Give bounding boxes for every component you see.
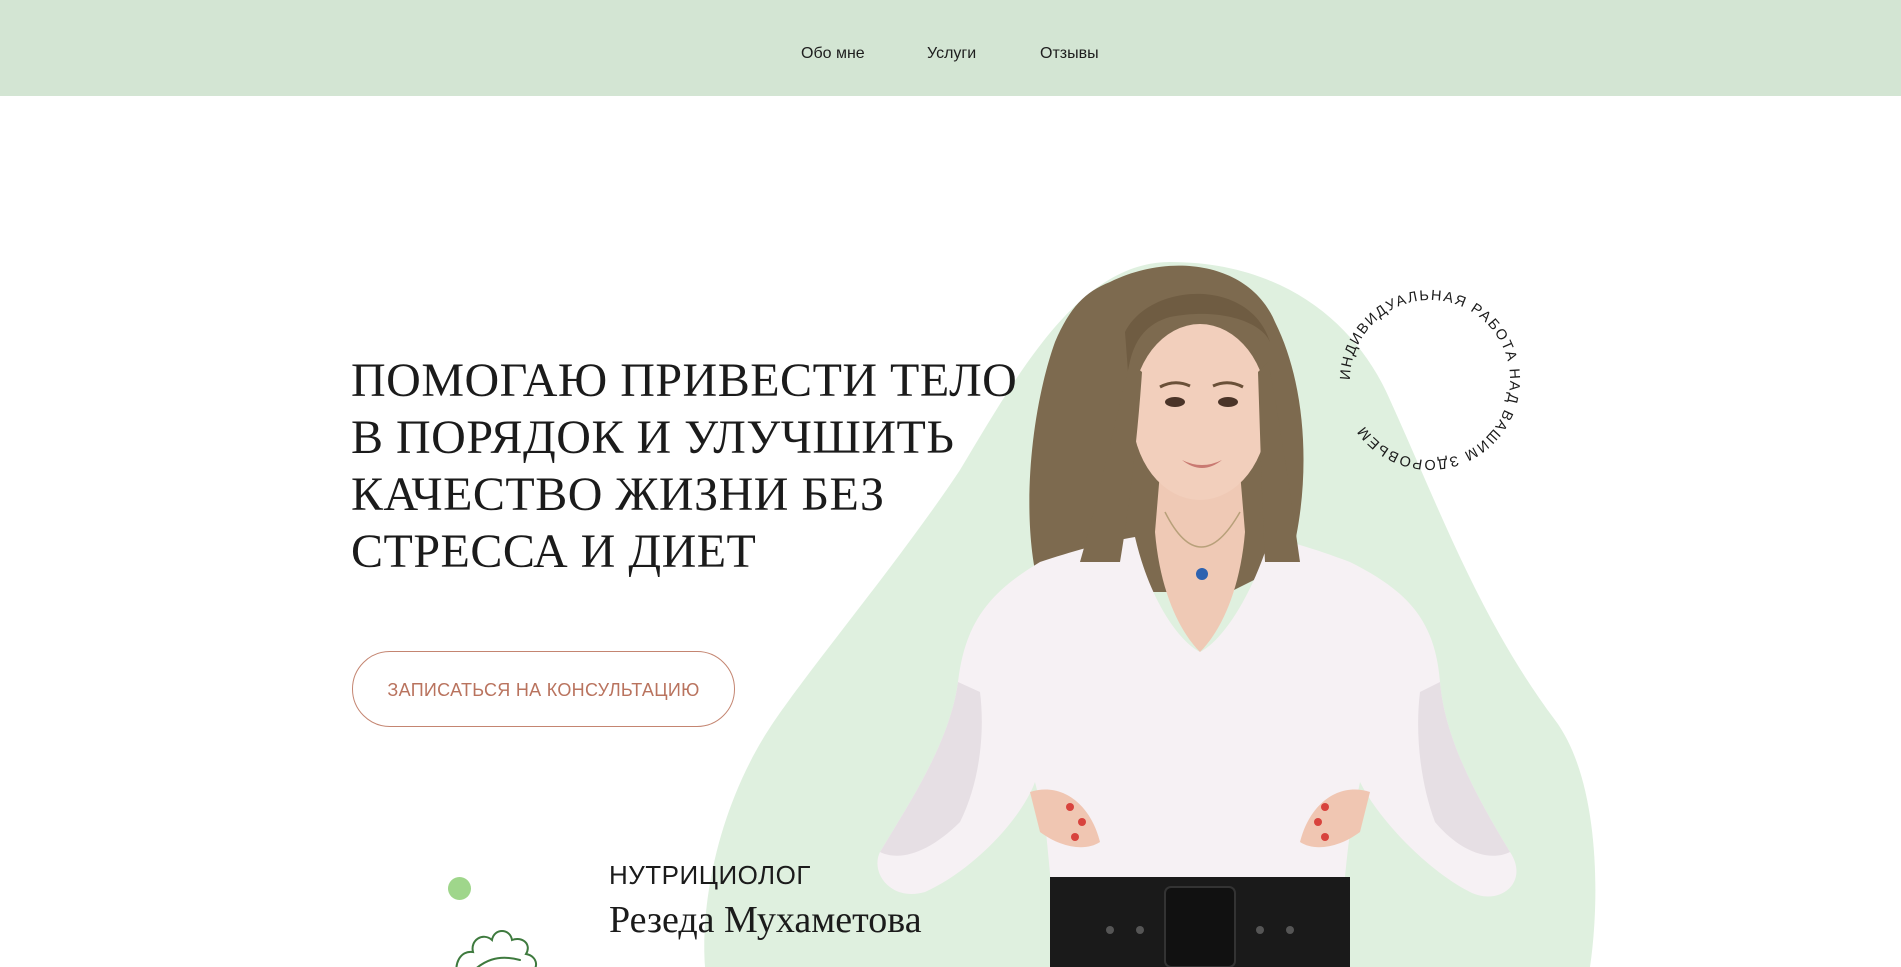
nav-link-reviews[interactable]: Отзывы xyxy=(1040,45,1099,63)
circular-text-badge: ИНДИВИДУАЛЬНАЯ РАБОТА НАД ВАШИМ ЗДОРОВЬЕ… xyxy=(1338,288,1522,472)
nav-link-services[interactable]: Услуги xyxy=(927,45,976,63)
green-dot-decoration xyxy=(448,877,471,900)
page: Обо мне Услуги Отзывы ПОМОГАЮ ПРИВЕСТИ Т… xyxy=(0,0,1901,967)
book-consultation-button[interactable]: ЗАПИСАТЬСЯ НА КОНСУЛЬТАЦИЮ xyxy=(352,651,735,727)
svg-text:ИНДИВИДУАЛЬНАЯ РАБОТА НАД ВАШИ: ИНДИВИДУАЛЬНАЯ РАБОТА НАД ВАШИМ ЗДОРОВЬЕ… xyxy=(1338,288,1522,472)
circle-text: ИНДИВИДУАЛЬНАЯ РАБОТА НАД ВАШИМ ЗДОРОВЬЕ… xyxy=(1338,288,1521,472)
leaf-outline-icon xyxy=(455,930,537,967)
nav-link-about[interactable]: Обо мне xyxy=(801,45,865,63)
role-title: НУТРИЦИОЛОГ xyxy=(609,860,811,890)
main-nav: Обо мне Услуги Отзывы xyxy=(0,0,1901,110)
